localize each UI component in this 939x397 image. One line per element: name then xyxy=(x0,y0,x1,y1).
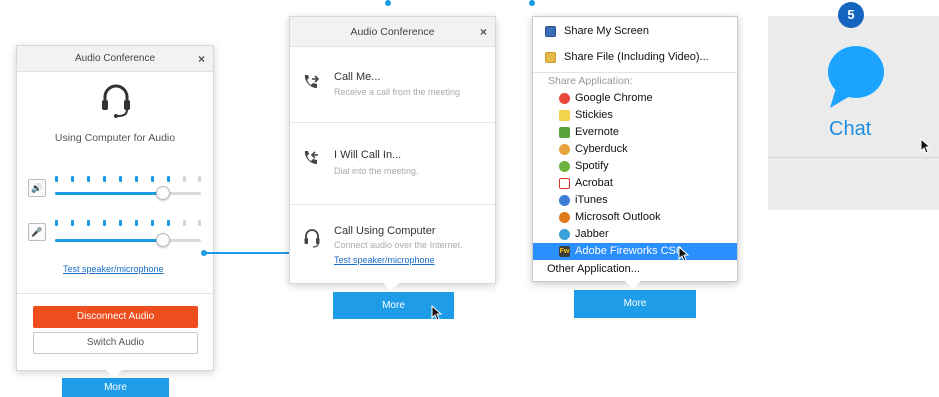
menu-item-label: Acrobat xyxy=(575,177,613,189)
app-item-evernote[interactable]: Evernote xyxy=(533,124,737,141)
microphone-volume-fill xyxy=(55,239,163,242)
menu-item-label: Google Chrome xyxy=(575,92,653,104)
more-button[interactable]: More xyxy=(62,378,169,397)
panel-title: Audio Conference xyxy=(74,53,156,64)
share-menu: Share My Screen Share File (Including Vi… xyxy=(532,16,738,282)
mouse-cursor-icon xyxy=(678,246,690,262)
step-number-badge: 5 xyxy=(838,2,864,28)
divider xyxy=(768,157,939,158)
app-item-acrobat[interactable]: Acrobat xyxy=(533,175,737,192)
menu-item-label: Evernote xyxy=(575,126,620,138)
popover-pointer xyxy=(106,370,122,378)
more-button[interactable]: More xyxy=(574,290,696,318)
audio-conference-panel-connected: Audio Conference × Using Computer for Au… xyxy=(16,45,214,371)
switch-audio-button[interactable]: Switch Audio xyxy=(33,332,198,354)
popover-pointer xyxy=(383,283,399,291)
fireworks-icon: Fw xyxy=(559,246,570,257)
panel-title: Audio Conference xyxy=(350,26,435,38)
call-using-computer-title: Call Using Computer xyxy=(334,225,436,237)
call-me-subtitle: Receive a call from the meeting xyxy=(334,87,461,97)
cyberduck-icon xyxy=(559,144,570,155)
jabber-icon xyxy=(559,229,570,240)
close-icon[interactable]: × xyxy=(198,46,205,72)
folder-icon xyxy=(545,52,556,63)
app-item-spotify[interactable]: Spotify xyxy=(533,158,737,175)
speaker-volume-fill xyxy=(55,192,163,195)
app-item-stickies[interactable]: Stickies xyxy=(533,107,737,124)
app-item-adobe-fireworks[interactable]: Fw Adobe Fireworks CS6 xyxy=(533,243,737,260)
popover-pointer xyxy=(625,281,641,289)
share-application-caption: Share Application: xyxy=(548,75,633,87)
itunes-icon xyxy=(559,195,570,206)
monitor-icon xyxy=(545,26,556,37)
call-me-icon xyxy=(304,75,320,88)
speaker-level-meter xyxy=(55,176,201,182)
menu-item-label: Share File (Including Video)... xyxy=(564,51,709,63)
menu-item-label: Microsoft Outlook xyxy=(575,211,661,223)
app-item-microsoft-outlook[interactable]: Microsoft Outlook xyxy=(533,209,737,226)
callout-dot xyxy=(385,0,391,6)
share-my-screen-item[interactable]: Share My Screen xyxy=(533,23,737,40)
using-computer-text: Using Computer for Audio xyxy=(54,132,176,144)
menu-item-label: Stickies xyxy=(575,109,613,121)
chat-label[interactable]: Chat xyxy=(829,118,871,141)
microphone-level-meter xyxy=(55,220,201,226)
outlook-icon xyxy=(559,212,570,223)
callout-connector xyxy=(205,252,297,254)
divider xyxy=(17,293,213,294)
menu-item-label: Share My Screen xyxy=(564,25,649,37)
chat-bubble-icon[interactable] xyxy=(826,44,886,110)
panel-header: Audio Conference × xyxy=(17,46,213,72)
microphone-icon: 🎤 xyxy=(28,223,46,241)
panel-header: Audio Conference × xyxy=(290,17,495,47)
call-in-icon xyxy=(304,151,318,164)
app-item-cyberduck[interactable]: Cyberduck xyxy=(533,141,737,158)
close-icon[interactable]: × xyxy=(480,17,487,47)
headset-icon xyxy=(102,84,130,118)
chrome-icon xyxy=(559,93,570,104)
microphone-volume-slider[interactable] xyxy=(55,239,201,242)
mouse-cursor-icon xyxy=(431,305,443,321)
test-speaker-microphone-link[interactable]: Test speaker/microphone xyxy=(63,264,164,274)
call-in-title: I Will Call In... xyxy=(334,149,402,161)
disconnect-audio-button[interactable]: Disconnect Audio xyxy=(33,306,198,328)
call-me-title: Call Me... xyxy=(334,71,381,83)
menu-item-label: Cyberduck xyxy=(575,143,628,155)
test-speaker-microphone-link[interactable]: Test speaker/microphone xyxy=(334,255,435,265)
share-file-item[interactable]: Share File (Including Video)... xyxy=(533,49,737,66)
callout-dot xyxy=(529,0,535,6)
call-me-option[interactable]: Call Me... Receive a call from the meeti… xyxy=(290,47,495,127)
menu-separator xyxy=(533,72,737,73)
microphone-volume-knob[interactable] xyxy=(156,233,170,247)
menu-item-label: Jabber xyxy=(575,228,609,240)
spotify-icon xyxy=(559,161,570,172)
app-item-itunes[interactable]: iTunes xyxy=(533,192,737,209)
call-using-computer-option[interactable]: Call Using Computer Connect audio over t… xyxy=(290,205,495,285)
menu-item-label: Spotify xyxy=(575,160,609,172)
menu-item-label: iTunes xyxy=(575,194,608,206)
call-in-option[interactable]: I Will Call In... Dial into the meeting. xyxy=(290,123,495,203)
speaker-volume-knob[interactable] xyxy=(156,186,170,200)
app-item-jabber[interactable]: Jabber xyxy=(533,226,737,243)
menu-item-label: Adobe Fireworks CS6 xyxy=(575,245,682,257)
headset-icon xyxy=(304,229,320,248)
mouse-cursor-icon xyxy=(920,138,932,154)
call-in-subtitle: Dial into the meeting. xyxy=(334,166,419,176)
menu-item-label: Other Application... xyxy=(547,263,640,275)
evernote-icon xyxy=(559,127,570,138)
audio-conference-panel-options: Audio Conference × Call Me... Receive a … xyxy=(289,16,496,284)
stickies-icon xyxy=(559,110,570,121)
speaker-icon: 🔊 xyxy=(28,179,46,197)
acrobat-icon xyxy=(559,178,570,189)
app-item-google-chrome[interactable]: Google Chrome xyxy=(533,90,737,107)
speaker-volume-slider[interactable] xyxy=(55,192,201,195)
other-application-item[interactable]: Other Application... xyxy=(533,261,737,278)
call-using-computer-subtitle: Connect audio over the Internet. xyxy=(334,240,463,250)
